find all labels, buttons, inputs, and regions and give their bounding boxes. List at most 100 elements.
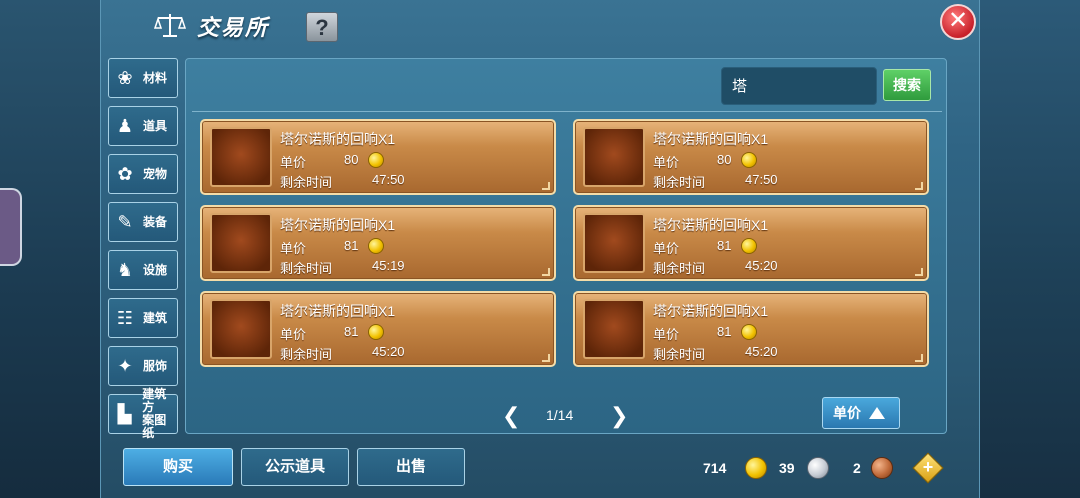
category-sidebar: ❀ 材料 ♟ 道具 ✿ 宠物 ✎ 装备 ♞ 设施 ☷ 建筑 ✦ 服饰 ▙ 建筑方… <box>108 58 178 440</box>
divider <box>192 111 942 112</box>
help-button[interactable]: ? <box>306 12 338 42</box>
corner-decoration <box>542 354 550 362</box>
time-remaining: 47:50 <box>745 172 778 187</box>
tab-sell[interactable]: 出售 <box>357 448 465 486</box>
price-label: 单价 <box>653 241 680 256</box>
side-panel-tab[interactable] <box>0 188 22 266</box>
price-label: 单价 <box>280 327 307 342</box>
copper-amount: 2 <box>853 460 861 476</box>
sort-label: 单价 <box>833 405 861 421</box>
sort-arrow-up-icon <box>869 407 885 419</box>
item-icon: ♟ <box>116 115 134 136</box>
listing-card[interactable]: 塔尔诺斯的回响X1 单价 81 剩余时间 45:20 <box>573 205 929 281</box>
copper-coin-icon <box>871 457 893 479</box>
item-name: 塔尔诺斯的回响X1 <box>280 131 396 147</box>
dragon-item-icon <box>210 299 272 359</box>
sidebar-item-blueprints[interactable]: ▙ 建筑方 案图纸 <box>108 388 178 440</box>
equipment-icon: ✎ <box>117 211 133 232</box>
time-label: 剩余时间 <box>280 347 333 362</box>
time-label: 剩余时间 <box>653 347 706 362</box>
tab-buy[interactable]: 购买 <box>123 448 233 486</box>
facility-icon: ♞ <box>116 259 134 280</box>
silver-coin-icon <box>807 457 829 479</box>
window-title: 交易所 <box>197 15 270 40</box>
exchange-window: 交易所 ? ✕ ❀ 材料 ♟ 道具 ✿ 宠物 ✎ 装备 ♞ 设施 ☷ 建筑 ✦ <box>100 0 980 498</box>
price-value: 80 <box>344 152 359 167</box>
price-value: 81 <box>717 238 732 253</box>
materials-icon: ❀ <box>117 67 133 88</box>
dragon-item-icon <box>583 127 645 187</box>
plus-icon: + <box>922 457 934 477</box>
time-remaining: 45:20 <box>745 258 778 273</box>
next-page-icon[interactable]: ❯ <box>610 403 628 429</box>
sidebar-item-facilities[interactable]: ♞ 设施 <box>108 250 178 290</box>
corner-decoration <box>915 182 923 190</box>
sidebar-item-label: 宠物 <box>143 166 168 181</box>
time-remaining: 45:20 <box>745 344 778 359</box>
dragon-item-icon <box>583 299 645 359</box>
listing-card[interactable]: 塔尔诺斯的回响X1 单价 80 剩余时间 47:50 <box>573 119 929 195</box>
time-remaining: 47:50 <box>372 172 405 187</box>
scales-icon <box>153 14 187 37</box>
price-label: 单价 <box>280 155 307 170</box>
corner-decoration <box>915 268 923 276</box>
listing-card[interactable]: 塔尔诺斯的回响X1 单价 80 剩余时间 47:50 <box>200 119 556 195</box>
gold-amount: 714 <box>703 460 727 476</box>
price-label: 单价 <box>653 327 680 342</box>
page-indicator: 1/14 <box>546 407 574 423</box>
sort-by-price-button[interactable]: 单价 <box>822 397 900 429</box>
paw-icon: ✿ <box>117 163 133 184</box>
item-name: 塔尔诺斯的回响X1 <box>653 303 769 319</box>
price-value: 81 <box>717 324 732 339</box>
clothing-icon: ✦ <box>117 355 133 376</box>
time-label: 剩余时间 <box>653 175 706 190</box>
time-remaining: 45:19 <box>372 258 405 273</box>
item-name: 塔尔诺斯的回响X1 <box>653 131 769 147</box>
gold-coin-icon <box>741 238 757 254</box>
sidebar-item-label: 建筑方 案图纸 <box>142 388 177 440</box>
listing-card[interactable]: 塔尔诺斯的回响X1 单价 81 剩余时间 45:20 <box>573 291 929 367</box>
corner-decoration <box>542 182 550 190</box>
gold-coin-icon <box>741 152 757 168</box>
blueprint-icon: ▙ <box>117 403 132 424</box>
sidebar-item-materials[interactable]: ❀ 材料 <box>108 58 178 98</box>
time-label: 剩余时间 <box>280 261 333 276</box>
sidebar-item-pets[interactable]: ✿ 宠物 <box>108 154 178 194</box>
gold-coin-icon <box>745 457 767 479</box>
sidebar-item-buildings[interactable]: ☷ 建筑 <box>108 298 178 338</box>
title-bar: 交易所 ? ✕ <box>101 0 981 50</box>
close-button[interactable]: ✕ <box>940 4 976 40</box>
dragon-item-icon <box>210 127 272 187</box>
sidebar-item-label: 道具 <box>143 118 168 133</box>
time-remaining: 45:20 <box>372 344 405 359</box>
sidebar-item-items[interactable]: ♟ 道具 <box>108 106 178 146</box>
dragon-item-icon <box>583 213 645 273</box>
corner-decoration <box>915 354 923 362</box>
time-label: 剩余时间 <box>653 261 706 276</box>
sidebar-item-clothing[interactable]: ✦ 服饰 <box>108 346 178 386</box>
sidebar-label-line: 建筑方 <box>142 387 167 414</box>
dragon-item-icon <box>210 213 272 273</box>
background-right <box>978 0 1080 498</box>
price-value: 81 <box>344 238 359 253</box>
search-input[interactable]: 塔 <box>721 67 877 105</box>
gold-coin-icon <box>368 324 384 340</box>
gold-coin-icon <box>368 238 384 254</box>
sidebar-item-label: 材料 <box>143 70 168 85</box>
listing-panel: 塔 搜索 塔尔诺斯的回响X1 单价 80 剩余时间 47:50 塔尔诺斯的回响X… <box>185 58 947 434</box>
time-label: 剩余时间 <box>280 175 333 190</box>
silver-amount: 39 <box>779 460 795 476</box>
prev-page-icon[interactable]: ❮ <box>502 403 520 429</box>
price-value: 80 <box>717 152 732 167</box>
search-button[interactable]: 搜索 <box>883 69 931 101</box>
price-value: 81 <box>344 324 359 339</box>
sidebar-item-label: 服饰 <box>143 358 168 373</box>
sidebar-item-label: 建筑 <box>143 310 168 325</box>
building-icon: ☷ <box>116 307 134 328</box>
tab-public-items[interactable]: 公示道具 <box>241 448 349 486</box>
sidebar-item-equipment[interactable]: ✎ 装备 <box>108 202 178 242</box>
item-name: 塔尔诺斯的回响X1 <box>280 303 396 319</box>
listing-card[interactable]: 塔尔诺斯的回响X1 单价 81 剩余时间 45:19 <box>200 205 556 281</box>
listing-card[interactable]: 塔尔诺斯的回响X1 单价 81 剩余时间 45:20 <box>200 291 556 367</box>
sidebar-item-label: 设施 <box>143 262 168 277</box>
